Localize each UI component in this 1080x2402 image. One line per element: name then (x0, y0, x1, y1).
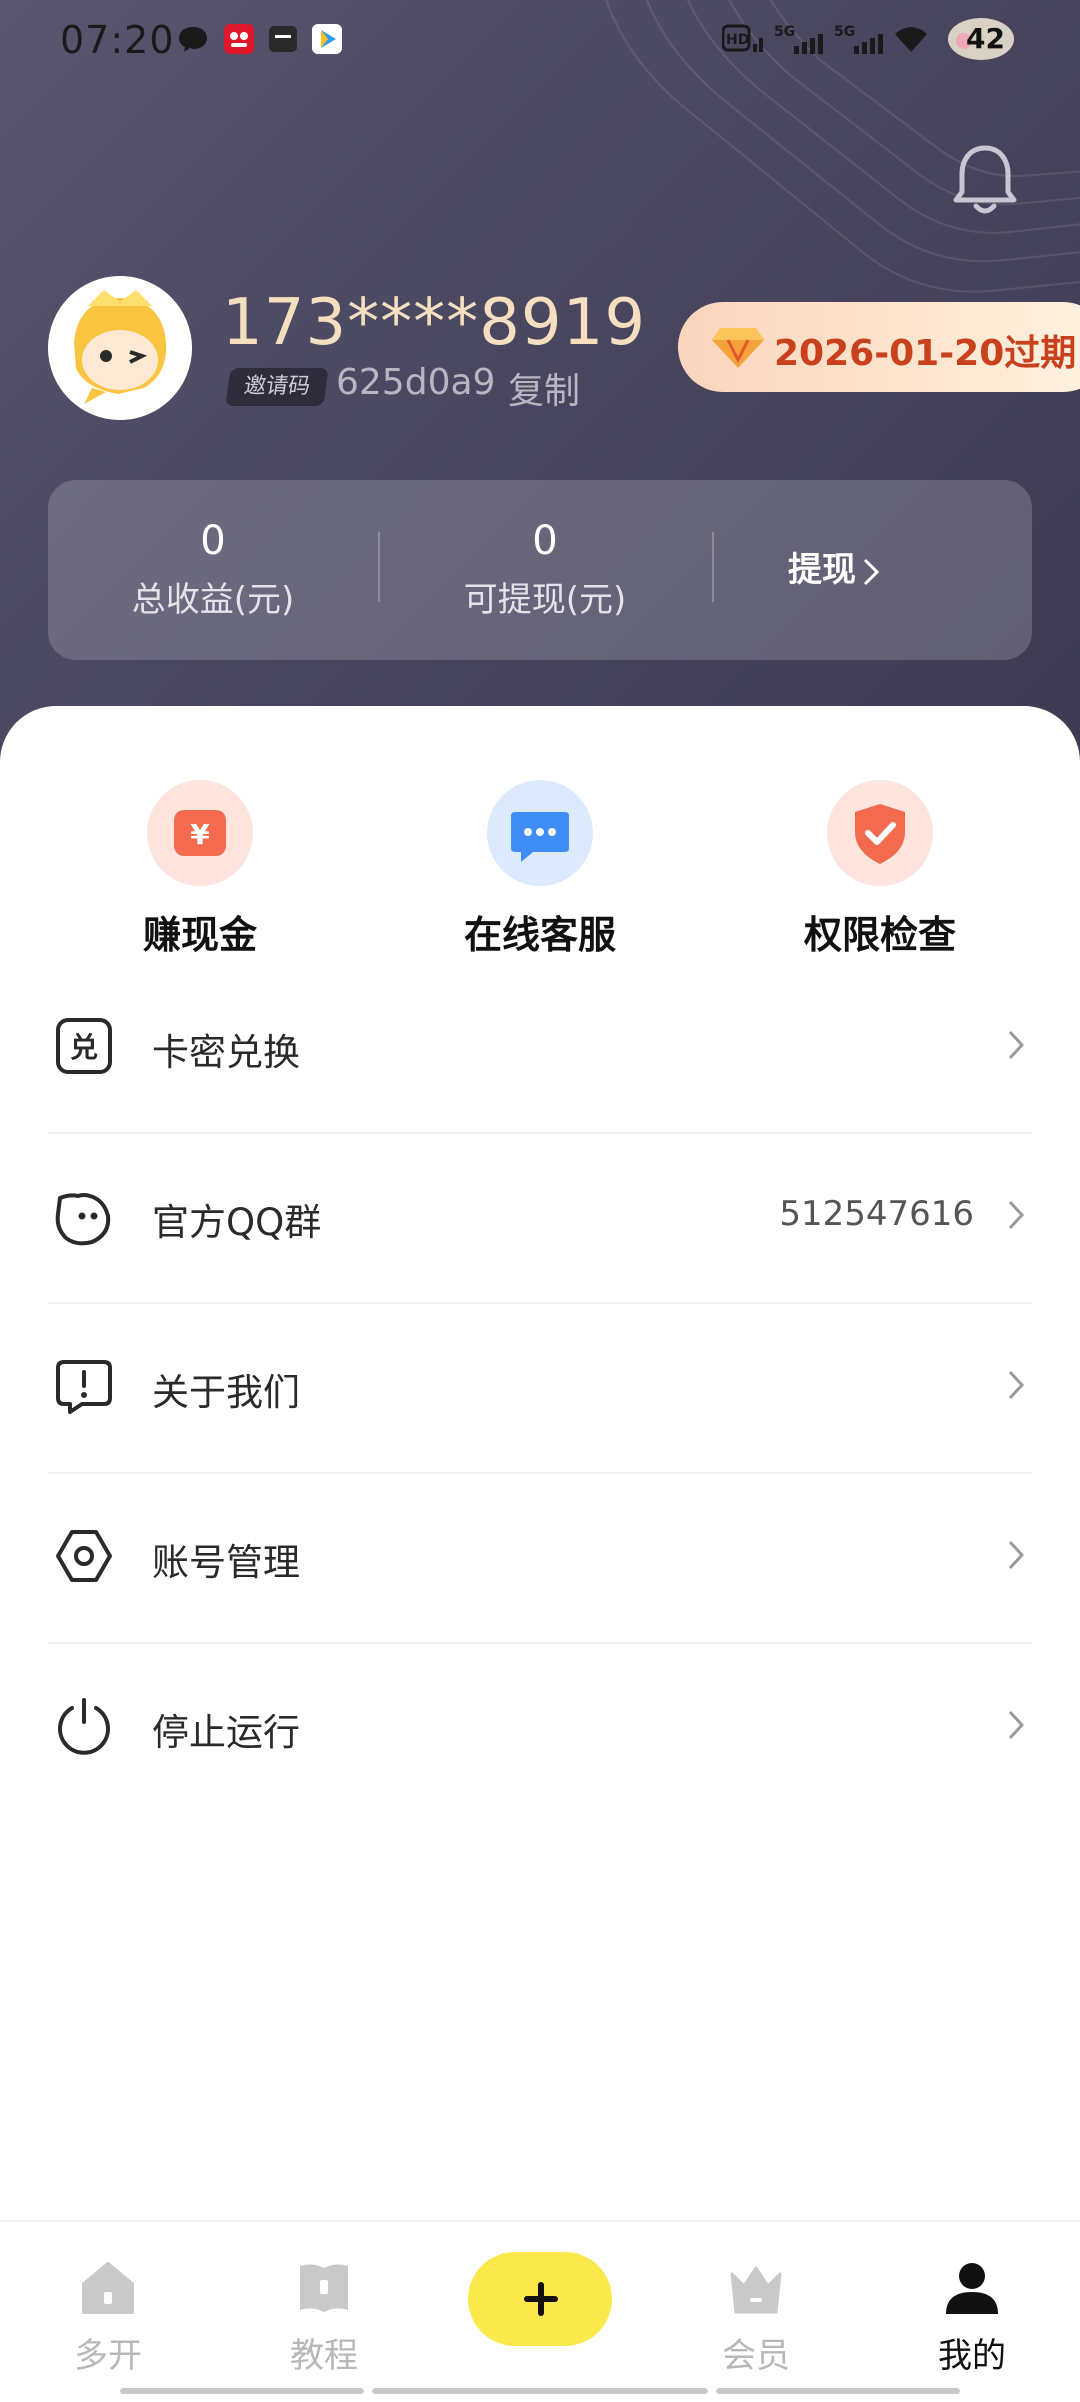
tab-membership[interactable]: 会员 (686, 2258, 826, 2377)
chevron-right-icon (1008, 1370, 1025, 1400)
invite-code: 625d0a9 (336, 362, 496, 403)
menu-item-label: 官方QQ群 (152, 1201, 322, 1244)
power-icon (58, 1698, 110, 1755)
menu-item-label: 关于我们 (152, 1371, 300, 1414)
username: 173****8919 (222, 286, 647, 360)
shop-notification-icon (224, 24, 254, 54)
battery-level: 42 (966, 22, 1005, 55)
wifi-icon (895, 27, 927, 52)
invite-code-badge: 邀请码 (225, 368, 329, 406)
withdrawable-value: 0 (532, 518, 558, 564)
stat-divider (712, 532, 714, 602)
plus-icon (524, 2282, 558, 2316)
hex-settings-icon (56, 1530, 112, 1582)
redeem-glyph: 兑 (70, 1031, 98, 1064)
chat-icon (511, 812, 569, 862)
tab-label: 教程 (290, 2336, 358, 2376)
permission-check-label: 权限检查 (803, 913, 956, 957)
qq-face-icon (55, 1193, 111, 1246)
total-earnings-label: 总收益(元) (131, 580, 295, 620)
menu-item-stop-running[interactable]: 停止运行 (48, 1644, 1032, 1814)
online-service-icon-bg (487, 780, 593, 886)
menu-item-card-redeem[interactable]: 兑 卡密兑换 (48, 964, 1032, 1134)
svg-text:¥: ¥ (190, 818, 210, 851)
vip-expiry-date: 2026-01-20过期 (774, 333, 1077, 374)
gesture-bar-segment (120, 2388, 364, 2394)
online-service-label: 在线客服 (463, 913, 616, 957)
qq-group-number: 512547616 (779, 1194, 974, 1234)
bottom-tab-bar: 多开 教程 会员 我的 (0, 2220, 1080, 2402)
earn-cash-icon-bg: ¥ (147, 780, 253, 886)
tab-multi-open[interactable]: 多开 (38, 2258, 178, 2377)
chevron-right-icon (1008, 1030, 1025, 1060)
menu-item-qq-group[interactable]: 官方QQ群 512547616 (48, 1134, 1032, 1304)
diamond-icon (712, 328, 764, 368)
video-notification-icon (312, 24, 342, 54)
menu-item-label: 账号管理 (152, 1541, 300, 1584)
earnings-card: 0 总收益(元) 0 可提现(元) 提现 (48, 480, 1032, 660)
withdraw-label: 提现 (788, 550, 856, 590)
menu-item-about-us[interactable]: 关于我们 (48, 1304, 1032, 1474)
battery-indicator: 42 (946, 16, 1016, 62)
home-icon (82, 2262, 134, 2314)
tab-label: 会员 (722, 2336, 790, 2376)
total-earnings: 0 总收益(元) (48, 480, 378, 660)
quick-action-permission-check[interactable]: 权限检查 (780, 780, 980, 959)
vip-expiry-badge[interactable]: 2026-01-20过期 (678, 302, 1080, 392)
tab-mine[interactable]: 我的 (902, 2258, 1042, 2377)
chevron-right-icon (863, 558, 880, 585)
menu-item-label: 停止运行 (152, 1711, 300, 1754)
person-icon (946, 2263, 998, 2314)
quick-action-online-service[interactable]: 在线客服 (440, 780, 640, 959)
status-bar: 07:20 HD 5G 5G 42 (0, 0, 1080, 80)
add-button[interactable] (468, 2252, 612, 2346)
chevron-right-icon (1008, 1200, 1025, 1230)
tab-tutorial[interactable]: 教程 (254, 2258, 394, 2377)
menu-item-label: 卡密兑换 (152, 1031, 300, 1074)
status-time: 07:20 (60, 18, 175, 62)
svg-text:HD: HD (726, 32, 749, 48)
tab-label: 多开 (74, 2336, 142, 2376)
svg-text:5G: 5G (774, 24, 795, 40)
yuan-icon: ¥ (174, 810, 226, 856)
shield-check-icon (855, 804, 905, 864)
withdraw-button[interactable]: 提现 (788, 542, 880, 591)
info-bubble-icon (56, 1360, 112, 1414)
gesture-bar-segment (716, 2388, 960, 2394)
withdrawable-earnings: 0 可提现(元) (380, 480, 710, 660)
crown-icon (730, 2266, 782, 2314)
book-icon (300, 2264, 348, 2312)
cellular-5g-icon-2: 5G (834, 24, 883, 54)
quick-action-earn-cash[interactable]: ¥ 赚现金 (100, 780, 300, 959)
copy-invite-button[interactable]: 复制 (508, 362, 580, 414)
hd-signal-icon: HD (722, 24, 763, 52)
notification-bell-icon[interactable] (950, 140, 1020, 220)
gesture-bar-segment (372, 2388, 708, 2394)
permission-check-icon-bg (827, 780, 933, 886)
cellular-5g-icon-1: 5G (774, 24, 823, 54)
avatar-mascot-icon (48, 276, 192, 420)
chevron-right-icon (1008, 1710, 1025, 1740)
tab-label: 我的 (938, 2336, 1006, 2376)
menu-item-account-management[interactable]: 账号管理 (48, 1474, 1032, 1644)
total-earnings-value: 0 (200, 518, 226, 564)
withdrawable-label: 可提现(元) (463, 580, 627, 620)
svg-text:5G: 5G (834, 24, 855, 40)
avatar[interactable] (48, 276, 192, 420)
chevron-right-icon (1008, 1540, 1025, 1570)
store-notification-icon (269, 26, 297, 52)
chat-notification-icon (179, 27, 207, 52)
earn-cash-label: 赚现金 (142, 913, 257, 957)
redeem-icon: 兑 (56, 1018, 112, 1074)
